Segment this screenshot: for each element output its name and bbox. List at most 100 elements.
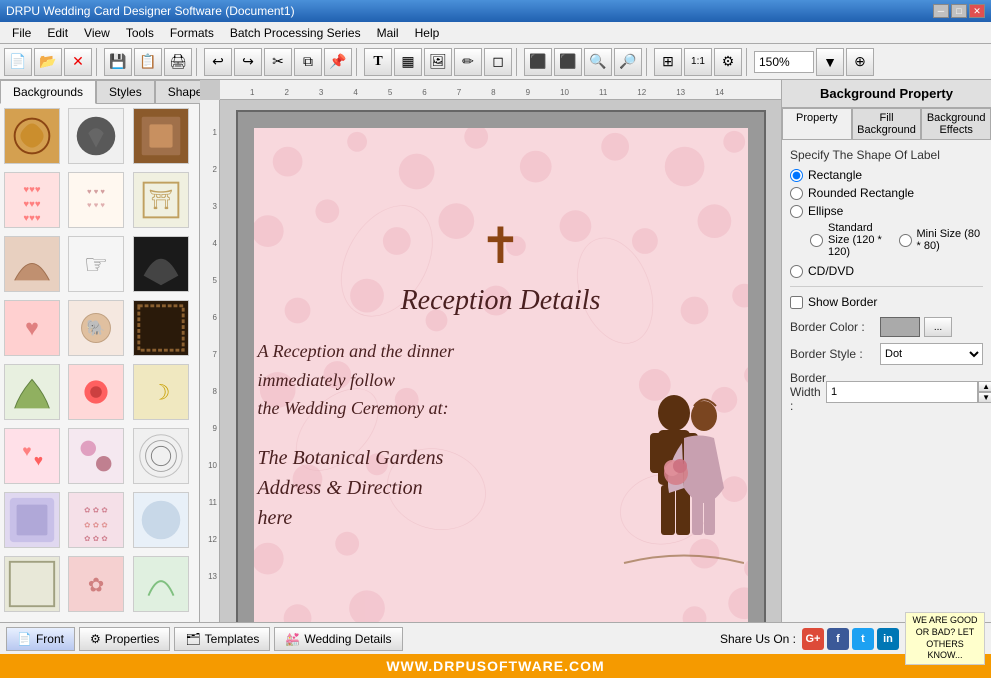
bg-thumb-7[interactable] <box>4 236 60 292</box>
spinner-up[interactable]: ▲ <box>978 381 991 392</box>
bg-thumb-22[interactable] <box>4 556 60 612</box>
bg-thumb-18[interactable] <box>133 428 189 484</box>
image-button[interactable]: 🖼 <box>424 48 452 76</box>
menu-tools[interactable]: Tools <box>118 24 162 42</box>
radio-mini-size[interactable]: Mini Size (80 * 80) <box>899 222 984 258</box>
menu-batch[interactable]: Batch Processing Series <box>222 24 369 42</box>
bg-thumb-24[interactable] <box>133 556 189 612</box>
radio-cd-dvd[interactable]: CD/DVD <box>790 264 983 278</box>
bg-thumb-15[interactable]: ☽ <box>133 364 189 420</box>
zoom-input[interactable] <box>754 51 814 73</box>
zoom-dropdown[interactable]: ▼ <box>816 48 844 76</box>
bg-thumb-11[interactable]: 🐘 <box>68 300 124 356</box>
border-color-swatch[interactable] <box>880 317 920 337</box>
bg-thumb-16[interactable]: ♥♥ <box>4 428 60 484</box>
bg-thumb-12[interactable] <box>133 300 189 356</box>
mini-size-radio[interactable] <box>899 234 912 247</box>
print-button[interactable]: 🖨 <box>164 48 192 76</box>
show-border-row[interactable]: Show Border <box>790 295 983 309</box>
menubar: File Edit View Tools Formats Batch Proce… <box>0 22 991 44</box>
bg-thumb-21[interactable] <box>133 492 189 548</box>
menu-formats[interactable]: Formats <box>162 24 222 42</box>
tab-wedding-details[interactable]: 💒 Wedding Details <box>274 627 402 651</box>
cut-button[interactable]: ✂ <box>264 48 292 76</box>
spinner-down[interactable]: ▼ <box>978 392 991 403</box>
maximize-button[interactable]: □ <box>951 4 967 18</box>
linkedin-icon[interactable]: in <box>877 628 899 650</box>
close-button[interactable]: ✕ <box>969 4 985 18</box>
bg-thumb-20[interactable]: ✿ ✿ ✿✿ ✿ ✿✿ ✿ ✿ <box>68 492 124 548</box>
redo-button[interactable]: ↪ <box>234 48 262 76</box>
bg-thumb-23[interactable]: ✿ <box>68 556 124 612</box>
tab-property[interactable]: Property <box>782 108 852 139</box>
copy-button[interactable]: ⧉ <box>294 48 322 76</box>
bg-thumb-6[interactable]: ⛩ <box>133 172 189 228</box>
zoom-out[interactable]: 🔎 <box>614 48 642 76</box>
radio-rectangle[interactable]: Rectangle <box>790 168 983 182</box>
border-width-input[interactable] <box>826 381 978 403</box>
bg-thumb-4[interactable]: ♥♥♥♥♥♥♥♥♥ <box>4 172 60 228</box>
zoom-reset[interactable]: ⊕ <box>846 48 874 76</box>
bg-thumb-19[interactable] <box>4 492 60 548</box>
radio-standard-size[interactable]: Standard Size (120 * 120) <box>810 222 895 258</box>
menu-view[interactable]: View <box>76 24 118 42</box>
barcode-button[interactable]: ▦ <box>394 48 422 76</box>
menu-file[interactable]: File <box>4 24 39 42</box>
ratio-button[interactable]: 1:1 <box>684 48 712 76</box>
rectangle-radio[interactable] <box>790 169 803 182</box>
svg-text:♥: ♥ <box>25 315 39 341</box>
minimize-button[interactable]: ─ <box>933 4 949 18</box>
text-button[interactable]: T <box>364 48 392 76</box>
wedding-icon: 💒 <box>285 632 300 646</box>
bg-thumb-9[interactable] <box>133 236 189 292</box>
facebook-icon[interactable]: f <box>827 628 849 650</box>
radio-rounded-rect[interactable]: Rounded Rectangle <box>790 186 983 200</box>
bg-thumb-8[interactable]: ☞ <box>68 236 124 292</box>
standard-size-radio[interactable] <box>810 234 823 247</box>
tab-properties[interactable]: ⚙ Properties <box>79 627 170 651</box>
new-button[interactable]: 📄 <box>4 48 32 76</box>
tab-templates[interactable]: 🗂 Templates <box>174 627 270 651</box>
bg-thumb-13[interactable] <box>4 364 60 420</box>
bg-thumb-2[interactable] <box>68 108 124 164</box>
menu-edit[interactable]: Edit <box>39 24 76 42</box>
design-canvas[interactable]: ✝ Reception Details A Reception and the … <box>236 110 766 622</box>
ellipse-radio[interactable] <box>790 205 803 218</box>
show-border-checkbox[interactable] <box>790 296 803 309</box>
menu-help[interactable]: Help <box>407 24 448 42</box>
paste-button[interactable]: 📌 <box>324 48 352 76</box>
align-left[interactable]: ⬛ <box>524 48 552 76</box>
radio-ellipse[interactable]: Ellipse <box>790 204 983 218</box>
google-plus-icon[interactable]: G+ <box>802 628 824 650</box>
undo-button[interactable]: ↩ <box>204 48 232 76</box>
close-doc-button[interactable]: ✕ <box>64 48 92 76</box>
save-as-button[interactable]: 📋 <box>134 48 162 76</box>
cd-dvd-radio[interactable] <box>790 265 803 278</box>
bg-thumb-14[interactable] <box>68 364 124 420</box>
border-style-select[interactable]: Dot Solid Dash DashDot <box>880 343 983 365</box>
shapes-tool[interactable]: ◻ <box>484 48 512 76</box>
save-button[interactable]: 💾 <box>104 48 132 76</box>
tab-front[interactable]: 📄 Front <box>6 627 75 651</box>
zoom-in[interactable]: 🔍 <box>584 48 612 76</box>
menu-mail[interactable]: Mail <box>369 24 407 42</box>
window-controls[interactable]: ─ □ ✕ <box>933 4 985 18</box>
open-button[interactable]: 📂 <box>34 48 62 76</box>
svg-text:☞: ☞ <box>84 250 108 280</box>
bg-thumb-5[interactable]: ♥ ♥ ♥♥ ♥ ♥ <box>68 172 124 228</box>
bg-thumb-17[interactable] <box>68 428 124 484</box>
tab-fill-background[interactable]: Fill Background <box>852 108 922 139</box>
twitter-icon[interactable]: t <box>852 628 874 650</box>
tab-background-effects[interactable]: Background Effects <box>921 108 991 139</box>
align-center[interactable]: ⬛ <box>554 48 582 76</box>
tab-backgrounds[interactable]: Backgrounds <box>0 80 96 104</box>
color-picker-button[interactable]: ... <box>924 317 952 337</box>
pen-button[interactable]: ✏ <box>454 48 482 76</box>
rounded-rect-radio[interactable] <box>790 187 803 200</box>
bg-thumb-1[interactable] <box>4 108 60 164</box>
bg-thumb-10[interactable]: ♥ <box>4 300 60 356</box>
tab-styles[interactable]: Styles <box>96 80 155 103</box>
bg-thumb-3[interactable] <box>133 108 189 164</box>
settings-button[interactable]: ⚙ <box>714 48 742 76</box>
grid-button[interactable]: ⊞ <box>654 48 682 76</box>
